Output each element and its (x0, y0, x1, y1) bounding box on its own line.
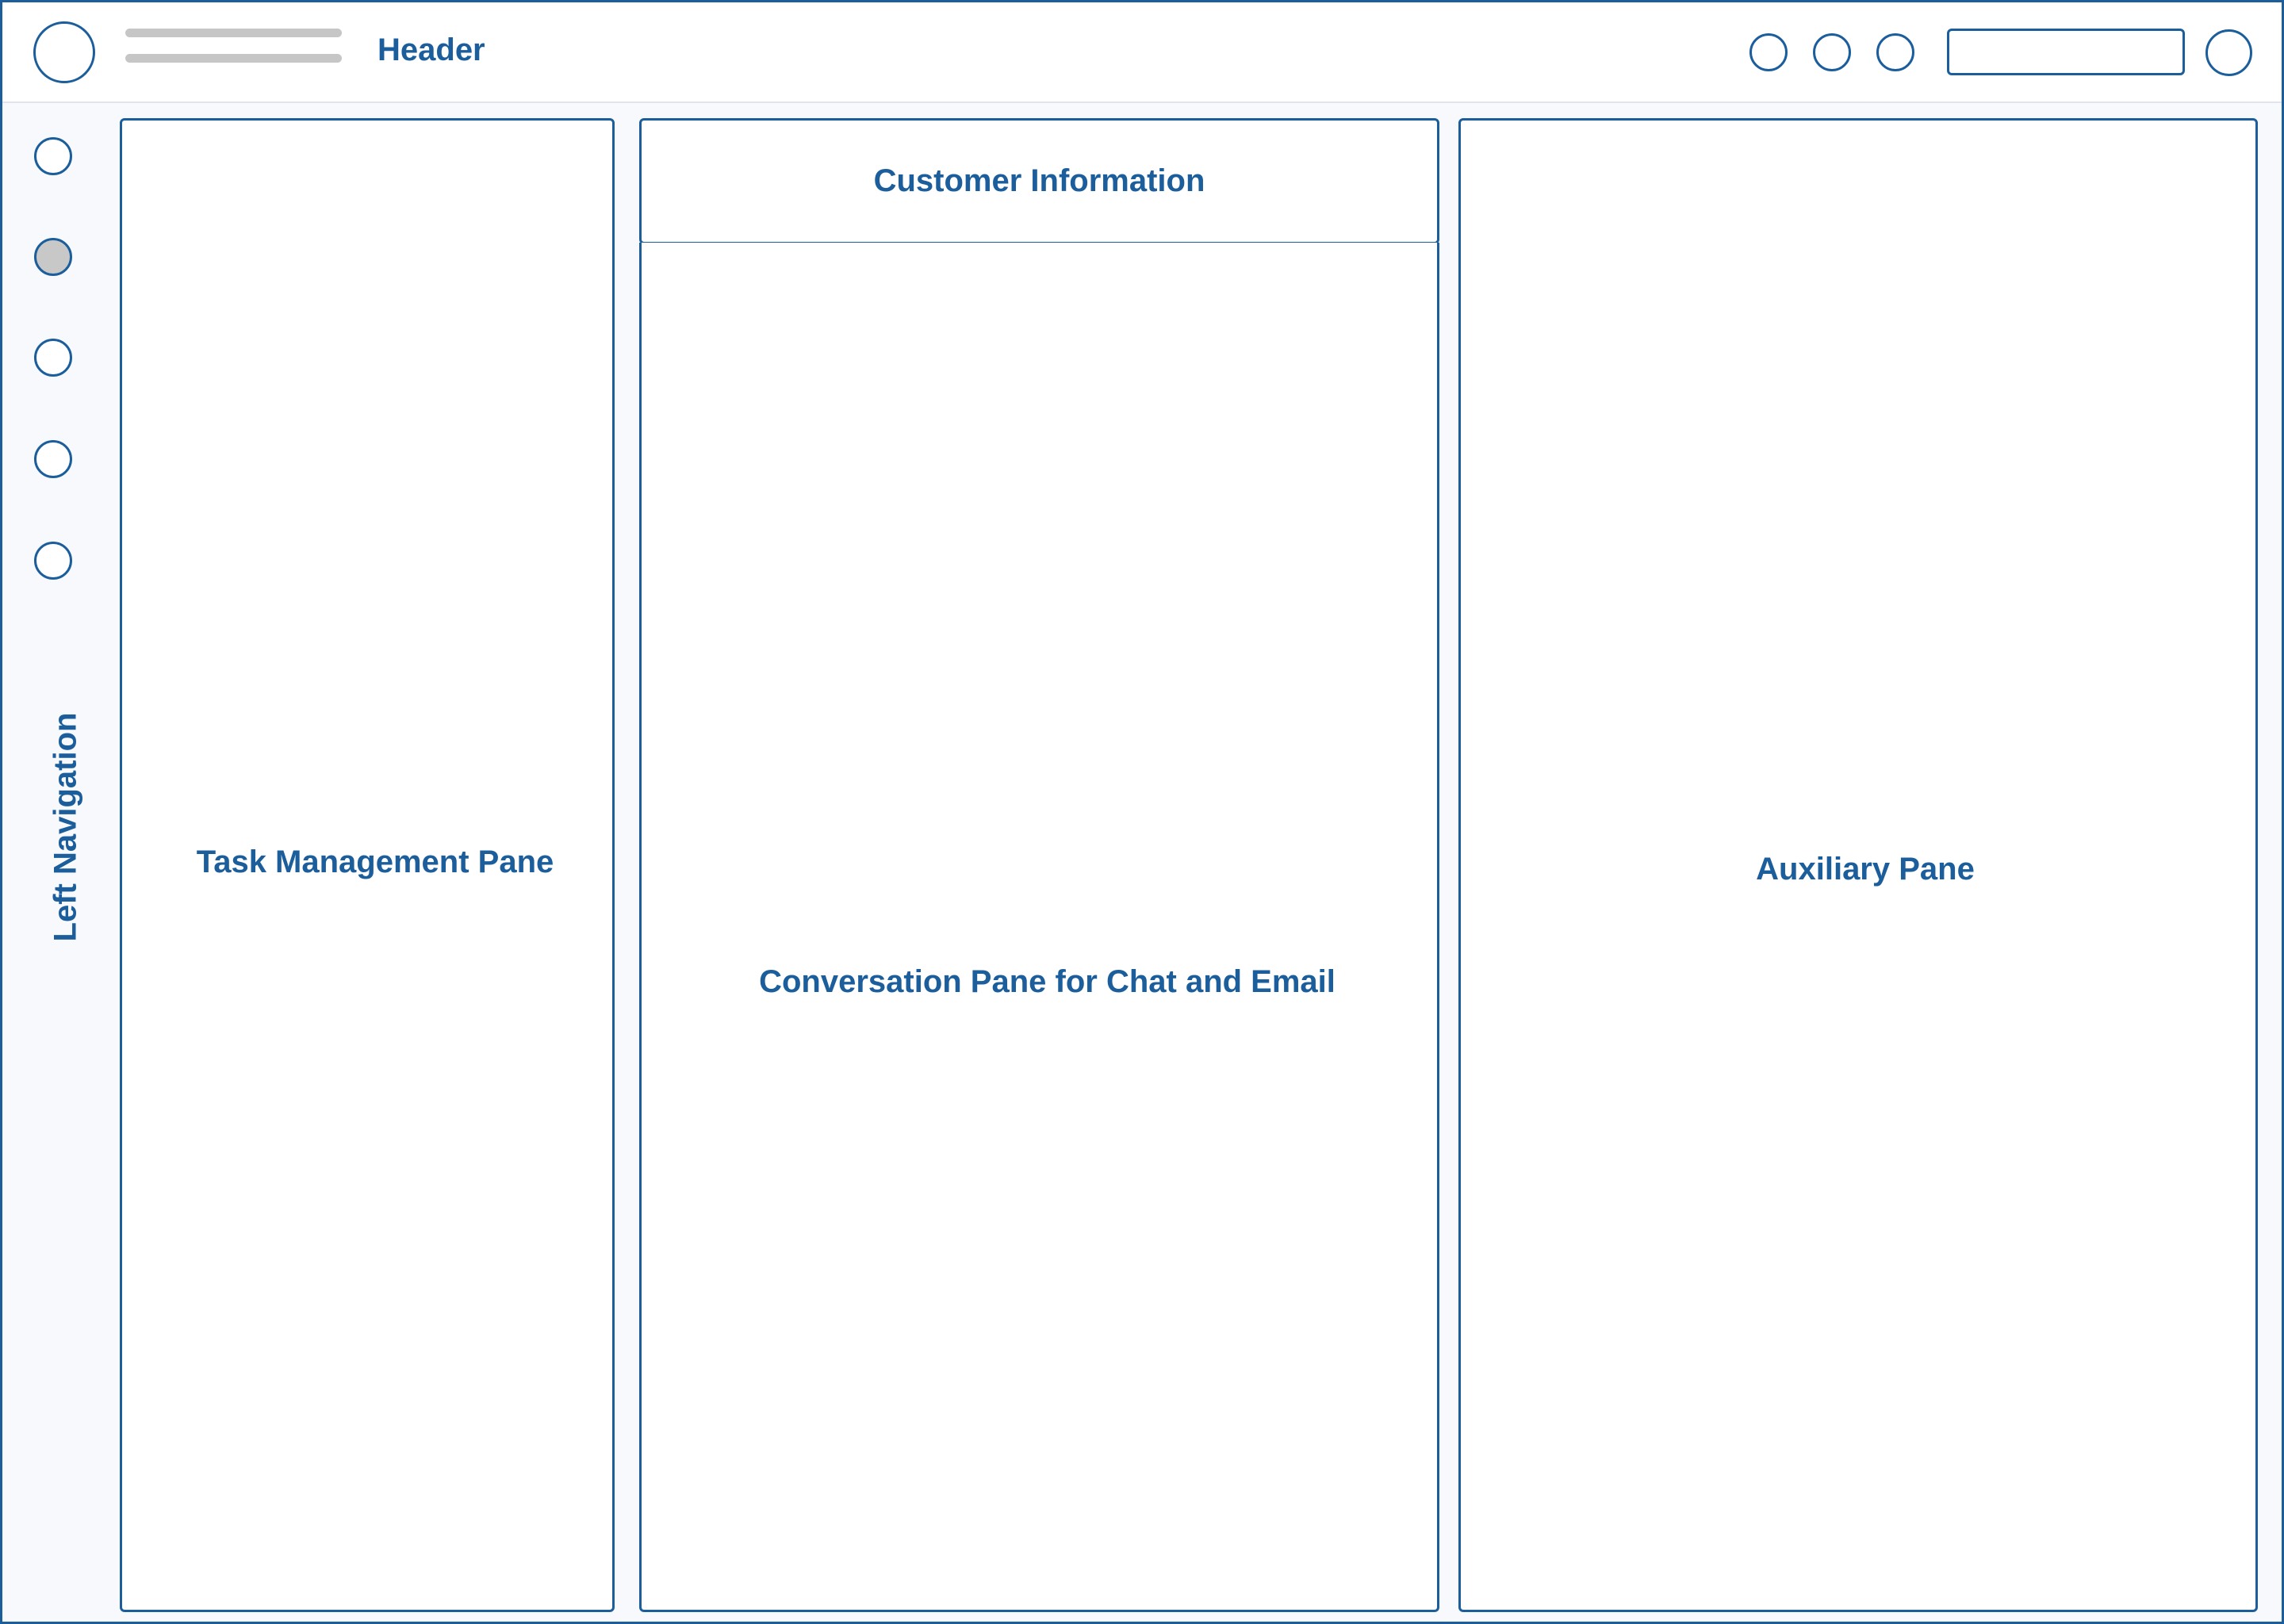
nav-item-1-icon[interactable] (34, 137, 72, 175)
left-navigation-label: Left Navigation (48, 712, 83, 942)
nav-item-5-icon[interactable] (34, 542, 72, 580)
logo-circle-icon[interactable] (33, 21, 95, 83)
subtitle-placeholder-line (125, 54, 342, 63)
search-input[interactable] (1947, 29, 2185, 75)
avatar-icon[interactable] (2205, 29, 2252, 76)
customer-information-label: Customer Information (873, 163, 1205, 198)
left-navigation: Left Navigation (34, 700, 98, 954)
header-action-2-icon[interactable] (1813, 33, 1851, 71)
header-bar: Header (2, 2, 2282, 103)
auxiliary-pane[interactable]: Auxiliary Pane (1458, 118, 2258, 1612)
conversation-pane-label: Conversation Pane for Chat and Email (759, 963, 1336, 999)
nav-item-2-icon[interactable] (34, 238, 72, 276)
customer-information-pane[interactable]: Customer Information (639, 118, 1439, 244)
task-management-pane-label: Task Management Pane (196, 844, 554, 879)
auxiliary-pane-label: Auxiliary Pane (1756, 851, 1975, 887)
header-title: Header (377, 33, 485, 67)
app-window: Header Left Navigation Task Management P… (0, 0, 2284, 1624)
header-action-3-icon[interactable] (1876, 33, 1914, 71)
task-management-pane[interactable]: Task Management Pane (120, 118, 615, 1612)
header-action-1-icon[interactable] (1749, 33, 1788, 71)
nav-item-4-icon[interactable] (34, 440, 72, 478)
nav-item-3-icon[interactable] (34, 339, 72, 377)
title-placeholder-line (125, 29, 342, 37)
conversation-pane[interactable]: Conversation Pane for Chat and Email (639, 243, 1439, 1612)
